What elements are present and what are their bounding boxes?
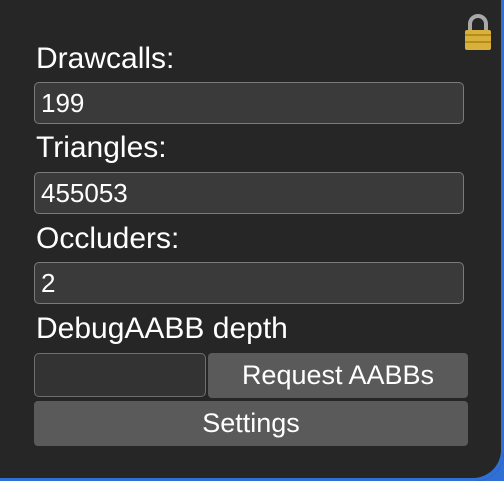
debug-aabb-depth-input[interactable]: [34, 353, 206, 397]
lock-icon[interactable]: [462, 14, 494, 52]
triangles-label: Triangles:: [36, 131, 167, 164]
debug-aabb-depth-label: DebugAABB depth: [36, 312, 288, 345]
debug-stats-panel: Drawcalls: 199 Triangles: 455053 Occlude…: [0, 0, 504, 481]
drawcalls-label: Drawcalls:: [36, 42, 175, 75]
occluders-label: Occluders:: [36, 222, 180, 255]
settings-button[interactable]: Settings: [34, 401, 468, 446]
drawcalls-value-field[interactable]: 199: [34, 82, 464, 124]
occluders-value-field[interactable]: 2: [34, 262, 464, 304]
triangles-value-field[interactable]: 455053: [34, 172, 464, 214]
request-aabbs-button[interactable]: Request AABBs: [208, 353, 468, 398]
